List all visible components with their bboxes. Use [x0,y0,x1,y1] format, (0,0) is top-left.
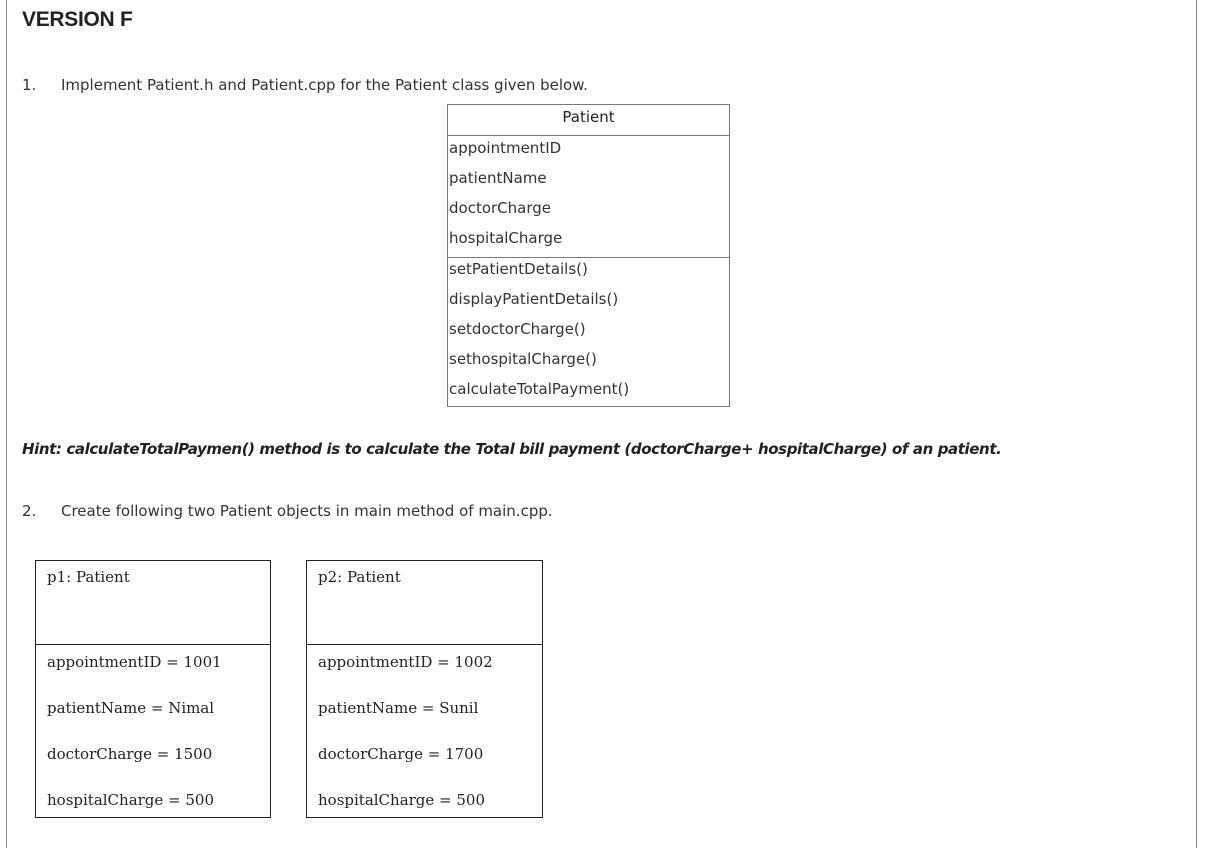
version-heading: VERSION F [22,8,133,31]
class-attributes: appointmentID patientName doctorCharge h… [448,136,729,258]
method-set-patient-details: setPatientDetails() [449,260,588,278]
object-field-patient-name: patientName = Nimal [47,699,215,717]
method-set-hospital-charge: sethospitalCharge() [449,350,597,368]
object-field-hospital-charge: hospitalCharge = 500 [318,791,486,809]
object-field-hospital-charge: hospitalCharge = 500 [47,791,215,809]
object-field-doctor-charge: doctorCharge = 1500 [47,745,213,763]
attribute-appointment-id: appointmentID [449,139,562,157]
object-field-appointment-id: appointmentID = 1002 [318,653,493,671]
method-calculate-total-payment: calculateTotalPayment() [449,380,630,398]
method-set-doctor-charge: setdoctorCharge() [449,320,586,338]
object-box-p1: p1: Patient appointmentID = 1001 patient… [35,560,271,818]
object-title: p2: Patient [307,561,542,645]
object-field-appointment-id: appointmentID = 1001 [47,653,222,671]
object-title: p1: Patient [36,561,270,645]
object-box-p2: p2: Patient appointmentID = 1002 patient… [306,560,543,818]
class-name: Patient [448,105,729,136]
attribute-patient-name: patientName [449,169,547,187]
object-field-patient-name: patientName = Sunil [318,699,479,717]
attribute-doctor-charge: doctorCharge [449,199,551,217]
question-2-number: 2. [22,502,37,520]
question-1-number: 1. [22,76,37,94]
question-1-text: Implement Patient.h and Patient.cpp for … [61,76,588,94]
patient-class-diagram: Patient appointmentID patientName doctor… [447,104,730,407]
object-field-doctor-charge: doctorCharge = 1700 [318,745,484,763]
hint-text: Hint: calculateTotalPaymen() method is t… [22,440,1002,458]
method-display-patient-details: displayPatientDetails() [449,290,619,308]
class-methods: setPatientDetails() displayPatientDetail… [448,258,729,408]
question-2-text: Create following two Patient objects in … [61,502,553,520]
attribute-hospital-charge: hospitalCharge [449,229,563,247]
